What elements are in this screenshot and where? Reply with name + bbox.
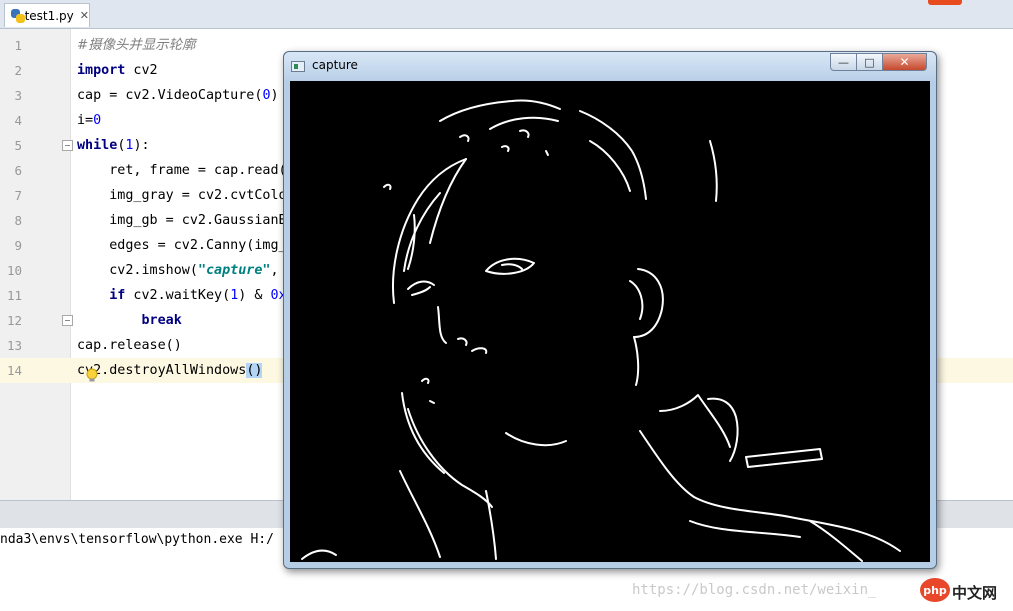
code-token: ) &	[238, 288, 271, 303]
line-number: 7	[14, 188, 22, 203]
line-code: edges = cv2.Canny(img_	[77, 233, 287, 258]
line-number: 13	[6, 338, 22, 353]
canny-edges-image	[290, 81, 930, 562]
editor-tab-bar: test1.py ✕	[0, 0, 1013, 29]
tab-filename: test1.py	[24, 8, 74, 23]
lightbulb-icon[interactable]	[85, 368, 99, 384]
capture-window[interactable]: capture — □ ✕	[283, 51, 937, 569]
window-title-bar[interactable]: capture — □ ✕	[284, 52, 936, 81]
window-title: capture	[312, 58, 358, 72]
tab-close-icon[interactable]: ✕	[80, 9, 89, 22]
line-code: img_gray = cv2.cvtColo	[77, 183, 287, 208]
minimize-button[interactable]: —	[830, 53, 857, 71]
line-code: while(1):	[77, 133, 150, 158]
line-code: cv2.destroyAllWindows()	[77, 358, 263, 383]
line-number: 5	[14, 138, 22, 153]
line-code: #摄像头并显示轮廓	[77, 33, 195, 58]
php-logo-icon: php	[920, 578, 950, 602]
line-code: cap.release()	[77, 333, 182, 358]
edge-drawing	[301, 99, 901, 562]
fold-toggle-icon[interactable]	[62, 140, 73, 151]
line-number: 1	[14, 38, 22, 53]
opencv-window-icon	[291, 61, 305, 72]
watermark-url: https://blog.csdn.net/weixin_	[632, 582, 877, 598]
line-number: 9	[14, 238, 22, 253]
line-number: 8	[14, 213, 22, 228]
tab-test1-py[interactable]: test1.py ✕	[4, 3, 90, 27]
maximize-button[interactable]: □	[856, 53, 883, 71]
tray-badge	[928, 0, 962, 5]
code-token: edges = cv2.Canny(img_	[77, 238, 287, 253]
code-token: "capture"	[197, 263, 271, 278]
code-token: cap = cv2.VideoCapture(	[77, 88, 263, 103]
line-number: 4	[14, 113, 22, 128]
line-code: break	[77, 308, 182, 333]
code-token: import	[77, 63, 126, 78]
fold-end-icon[interactable]	[62, 315, 73, 326]
line-code: i=0	[77, 108, 101, 133]
line-number: 2	[14, 63, 22, 78]
code-token: cv2.imshow(	[77, 263, 198, 278]
line-number: 14	[6, 363, 22, 378]
code-token: #摄像头并显示轮廓	[77, 38, 196, 53]
line-code: import cv2	[77, 58, 158, 83]
code-token: break	[141, 313, 182, 328]
code-token: i=	[77, 113, 94, 128]
line-number: 11	[6, 288, 22, 303]
line-number: 12	[6, 313, 22, 328]
line-code: img_gb = cv2.GaussianB	[77, 208, 287, 233]
code-token: 0	[262, 88, 271, 103]
code-token: cv2.waitKey(	[125, 288, 231, 303]
code-token: ()	[246, 363, 263, 378]
close-button[interactable]: ✕	[882, 53, 927, 71]
code-token: )	[270, 88, 279, 103]
code-token: cv2.destroyAllWindows	[77, 363, 247, 378]
code-token: img_gray = cv2.cvtColo	[77, 188, 287, 203]
code-token: ):	[133, 138, 150, 153]
line-number: 10	[6, 263, 22, 278]
line-number: 3	[14, 88, 22, 103]
python-file-icon	[11, 8, 25, 23]
code-token: ret, frame = cap.read()	[77, 163, 295, 178]
line-code: if cv2.waitKey(1) & 0x	[77, 283, 286, 308]
code-token: cv2	[125, 63, 158, 78]
line-code: ret, frame = cap.read()	[77, 158, 295, 183]
console-command-text: nda3\envs\tensorflow\python.exe H:/	[0, 532, 274, 547]
code-token: ,	[270, 263, 279, 278]
line-number: 6	[14, 163, 22, 178]
code-token: cap.release()	[77, 338, 182, 353]
line-code: cap = cv2.VideoCapture(0)	[77, 83, 279, 108]
code-token: if	[109, 288, 126, 303]
line-code: cv2.imshow("capture",	[77, 258, 279, 283]
code-token: 0	[93, 113, 102, 128]
code-token: while	[77, 138, 118, 153]
code-token: img_gb = cv2.GaussianB	[77, 213, 287, 228]
site-name: 中文网	[952, 584, 998, 602]
